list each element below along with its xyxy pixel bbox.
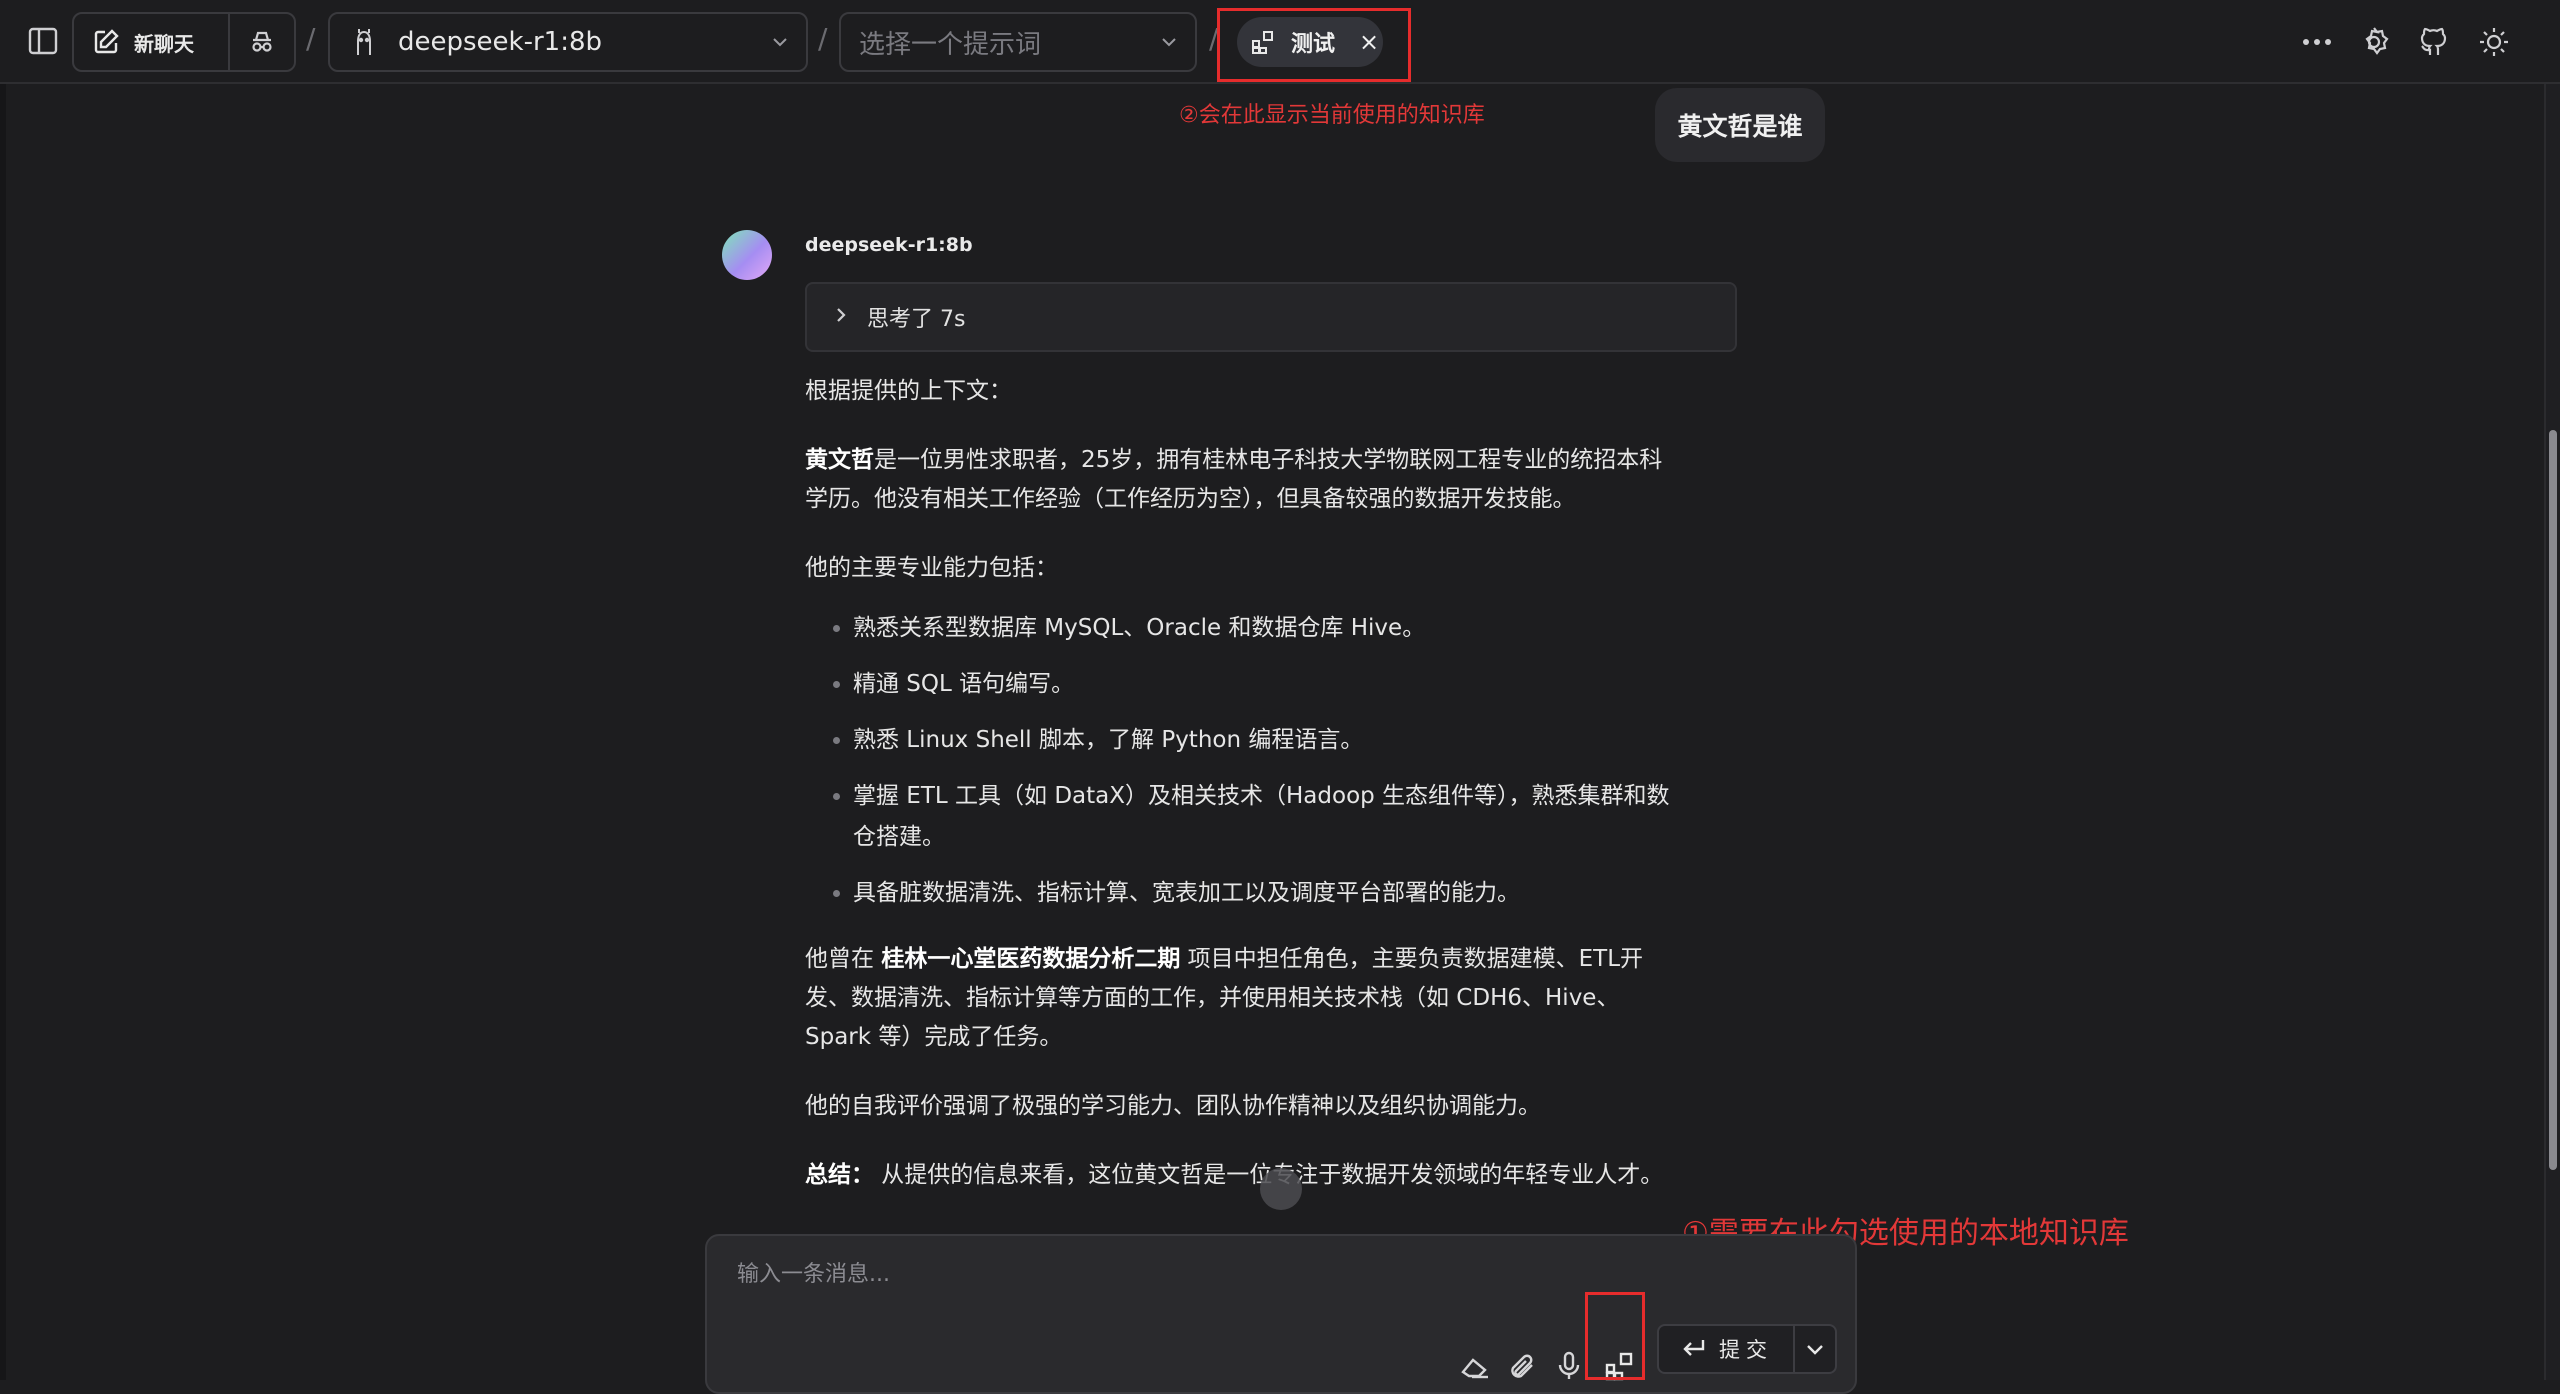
- answer-summary: 总结： 从提供的信息来看，这位黄文哲是一位专注于数据开发领域的年轻专业人才。: [805, 1156, 1685, 1195]
- submit-button[interactable]: 提交: [1659, 1326, 1795, 1372]
- model-name: deepseek-r1:8b: [398, 27, 603, 57]
- knowledge-base-icon: [1252, 31, 1273, 54]
- incognito-button[interactable]: [230, 14, 294, 70]
- more-options-icon[interactable]: [2295, 20, 2339, 64]
- microphone-icon[interactable]: [1549, 1346, 1589, 1386]
- answer-bold-name: 黄文哲: [805, 447, 874, 473]
- clear-eraser-icon[interactable]: [1455, 1346, 1495, 1386]
- top-bar: 新聊天 / deepseek-r1:8b / 选择一个提示词 / 测试 ×: [0, 0, 2560, 84]
- answer-profile-text: 是一位男性求职者，25岁，拥有桂林电子科技大学物联网工程专业的统招本科学历。他没…: [805, 447, 1663, 512]
- answer-project-bold: 桂林一心堂医药数据分析二期: [881, 946, 1181, 972]
- knowledge-base-select-icon[interactable]: [1600, 1346, 1640, 1386]
- chevron-down-icon: [1162, 38, 1176, 47]
- skills-list: 熟悉关系型数据库 MySQL、Oracle 和数据仓库 Hive。 精通 SQL…: [805, 608, 1685, 914]
- list-item: 具备脏数据清洗、指标计算、宽表加工以及调度平台部署的能力。: [853, 873, 1685, 914]
- breadcrumb-separator: /: [818, 22, 828, 55]
- user-message-bubble: 黄文哲是谁: [1655, 88, 1825, 162]
- submit-button-group: 提交: [1657, 1324, 1837, 1374]
- model-selector[interactable]: deepseek-r1:8b: [328, 12, 808, 72]
- answer-intro: 根据提供的上下文：: [805, 378, 1012, 404]
- assistant-model-name: deepseek-r1:8b: [805, 234, 973, 256]
- prompt-placeholder: 选择一个提示词: [859, 29, 1042, 60]
- answer-paragraph-self: 他的自我评价强调了极强的学习能力、团队协作精神以及组织协调能力。: [805, 1093, 1541, 1119]
- answer-project-pre: 他曾在: [805, 946, 882, 972]
- knowledge-base-remove-button[interactable]: ×: [1359, 28, 1379, 56]
- list-item: 熟悉 Linux Shell 脚本，了解 Python 编程语言。: [853, 720, 1685, 761]
- theme-sun-icon[interactable]: [2472, 20, 2516, 64]
- breadcrumb-separator: /: [1209, 22, 1219, 55]
- chevron-down-icon: [773, 38, 787, 47]
- submit-label: 提交: [1719, 1338, 1773, 1362]
- edit-icon: [94, 29, 119, 54]
- answer-paragraph-profile: 黄文哲是一位男性求职者，25岁，拥有桂林电子科技大学物联网工程专业的统招本科学历…: [805, 441, 1685, 519]
- assistant-answer: 根据提供的上下文： 黄文哲是一位男性求职者，25岁，拥有桂林电子科技大学物联网工…: [805, 372, 1685, 1225]
- message-composer: 输入一条消息... 提交: [705, 1234, 1857, 1394]
- message-input[interactable]: 输入一条消息...: [737, 1256, 890, 1288]
- llama-icon: [357, 29, 371, 55]
- new-chat-button[interactable]: 新聊天: [74, 14, 230, 70]
- new-chat-label: 新聊天: [134, 31, 194, 56]
- breadcrumb-separator: /: [306, 22, 316, 55]
- annotation-kb-display-note: ②会在此显示当前使用的知识库: [1179, 103, 1485, 128]
- list-item: 掌握 ETL 工具（如 DataX）及相关技术（Hadoop 生态组件等），熟悉…: [853, 776, 1685, 858]
- assistant-avatar: [722, 230, 772, 280]
- enter-icon: [1683, 1340, 1705, 1356]
- answer-skills-heading: 他的主要专业能力包括：: [805, 555, 1058, 581]
- scrollbar-thumb[interactable]: [2549, 430, 2557, 1170]
- answer-summary-bold: 总结：: [805, 1162, 874, 1188]
- github-icon[interactable]: [2412, 20, 2456, 64]
- chevron-right-icon: [833, 305, 849, 329]
- prompt-selector[interactable]: 选择一个提示词: [839, 12, 1197, 72]
- new-chat-group: 新聊天: [72, 12, 296, 72]
- left-edge: [0, 84, 6, 1380]
- settings-gear-icon[interactable]: [2352, 20, 2396, 64]
- attachment-paperclip-icon[interactable]: [1502, 1346, 1542, 1386]
- scroll-to-bottom-button[interactable]: [1260, 1168, 1302, 1210]
- sidebar-toggle-icon[interactable]: [22, 20, 64, 62]
- thinking-label: 思考了 7s: [867, 307, 966, 332]
- knowledge-base-label: 测试: [1291, 32, 1336, 57]
- submit-options-chevron-icon[interactable]: [1795, 1338, 1835, 1360]
- thinking-collapsible[interactable]: 思考了 7s: [805, 282, 1737, 352]
- answer-paragraph-project: 他曾在 桂林一心堂医药数据分析二期 项目中担任角色，主要负责数据建模、ETL开发…: [805, 940, 1685, 1057]
- knowledge-base-tag[interactable]: 测试 ×: [1237, 17, 1383, 67]
- list-item: 精通 SQL 语句编写。: [853, 664, 1685, 705]
- incognito-icon: [252, 31, 272, 52]
- list-item: 熟悉关系型数据库 MySQL、Oracle 和数据仓库 Hive。: [853, 608, 1685, 649]
